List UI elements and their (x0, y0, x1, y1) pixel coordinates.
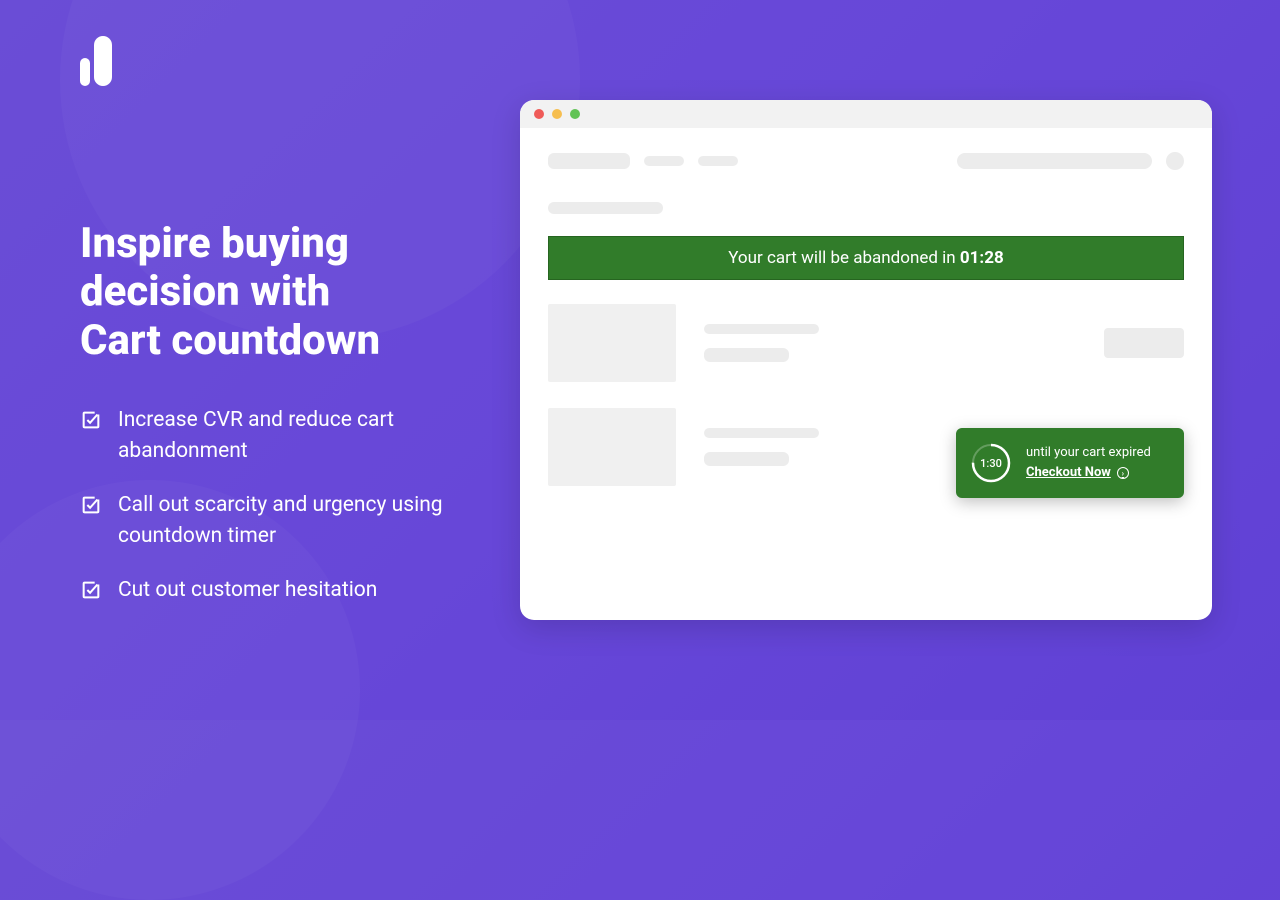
benefits-list: Increase CVR and reduce cart abandonment… (80, 405, 500, 607)
benefit-text: Call out scarcity and urgency using coun… (118, 490, 500, 553)
skeleton-page-title (548, 202, 663, 214)
skeleton-product-image (548, 408, 676, 486)
skeleton-avatar (1166, 152, 1184, 170)
logo-bar-icon (80, 58, 90, 86)
traffic-light-minimize-icon (552, 109, 562, 119)
benefit-text: Cut out customer hesitation (118, 575, 377, 607)
skeleton-nav-item (644, 156, 684, 166)
skeleton-header (548, 152, 1184, 170)
browser-mockup: Your cart will be abandoned in 01:28 (520, 100, 1212, 620)
traffic-light-close-icon (534, 109, 544, 119)
skeleton-line (704, 324, 819, 334)
skeleton-line (704, 452, 789, 466)
browser-titlebar (520, 100, 1212, 128)
checkout-now-link[interactable]: Checkout Now › (1026, 464, 1129, 482)
skeleton-search (957, 153, 1152, 169)
banner-timer-value: 01:28 (960, 248, 1004, 268)
benefit-item: Call out scarcity and urgency using coun… (80, 490, 500, 553)
skeleton-cart-row (548, 304, 1184, 382)
brand-logo (80, 36, 112, 86)
browser-viewport: Your cart will be abandoned in 01:28 (520, 128, 1212, 620)
benefit-item: Increase CVR and reduce cart abandonment (80, 405, 500, 468)
skeleton-logo (548, 153, 630, 169)
banner-prefix-text: Your cart will be abandoned in (728, 248, 960, 268)
skeleton-nav-item (698, 156, 738, 166)
countdown-circle-icon: 1:30 (970, 442, 1012, 484)
popup-timer-value: 1:30 (980, 457, 1002, 470)
benefit-text: Increase CVR and reduce cart abandonment (118, 405, 500, 468)
hero-title-line: decision with (80, 267, 330, 316)
chevron-right-icon: › (1117, 467, 1129, 479)
skeleton-line (704, 428, 819, 438)
logo-bar-icon (94, 36, 112, 86)
checkout-countdown-popup: 1:30 until your cart expired Checkout No… (956, 428, 1184, 498)
check-icon (80, 409, 102, 431)
popup-until-text: until your cart expired (1026, 444, 1168, 462)
check-icon (80, 494, 102, 516)
benefit-item: Cut out customer hesitation (80, 575, 500, 607)
hero-title: Inspire buying decision with Cart countd… (80, 220, 500, 365)
skeleton-product-image (548, 304, 676, 382)
check-icon (80, 579, 102, 601)
hero-title-line: Cart countdown (80, 316, 380, 365)
cart-countdown-banner: Your cart will be abandoned in 01:28 (548, 236, 1184, 280)
hero-copy: Inspire buying decision with Cart countd… (80, 220, 500, 628)
checkout-now-label: Checkout Now (1026, 464, 1111, 482)
traffic-light-fullscreen-icon (570, 109, 580, 119)
skeleton-line (704, 348, 789, 362)
hero-title-line: Inspire buying (80, 219, 349, 268)
skeleton-price (1104, 328, 1184, 358)
